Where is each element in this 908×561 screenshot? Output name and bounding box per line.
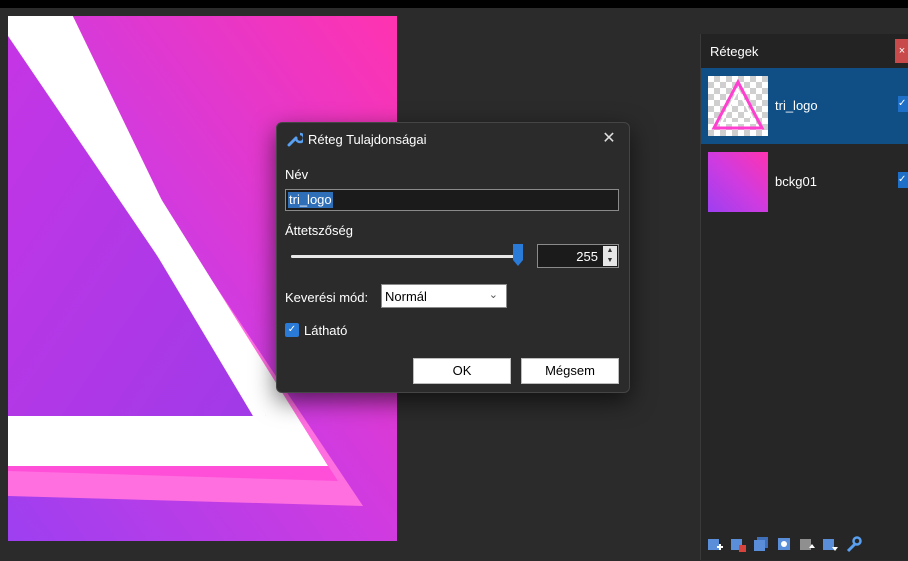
layer-row-tri-logo[interactable]: tri_logo ✓ bbox=[701, 68, 908, 144]
move-layer-up-icon[interactable] bbox=[799, 536, 816, 553]
dialog-title: Réteg Tulajdonságai bbox=[308, 132, 427, 147]
blend-mode-value: Normál bbox=[385, 289, 427, 304]
opacity-value: 255 bbox=[576, 249, 598, 264]
spin-buttons: ▲ ▼ bbox=[603, 246, 617, 266]
name-label: Név bbox=[285, 167, 309, 182]
layer-properties-icon[interactable] bbox=[845, 535, 862, 553]
layer-thumbnail bbox=[708, 76, 768, 136]
spin-down-icon[interactable]: ▼ bbox=[603, 256, 617, 266]
opacity-label: Áttetszőség bbox=[285, 223, 353, 238]
layer-thumbnail bbox=[708, 152, 768, 212]
layer-properties-dialog: Réteg Tulajdonságai ✕ Név tri_logo Áttet… bbox=[276, 122, 630, 393]
visible-checkbox[interactable]: ✓ bbox=[285, 323, 299, 337]
layers-header: Rétegek × bbox=[701, 34, 908, 68]
blend-mode-label: Keverési mód: bbox=[285, 290, 369, 305]
opacity-slider-thumb[interactable] bbox=[513, 244, 523, 266]
layers-panel-title: Rétegek bbox=[710, 44, 759, 59]
layers-panel-close-button[interactable]: × bbox=[895, 39, 908, 63]
visible-label: Látható bbox=[304, 323, 348, 338]
layer-name-input[interactable]: tri_logo bbox=[285, 189, 619, 211]
ok-button[interactable]: OK bbox=[413, 358, 511, 384]
merge-layer-icon[interactable] bbox=[776, 536, 793, 553]
layer-name: tri_logo bbox=[775, 98, 818, 113]
add-layer-icon[interactable] bbox=[707, 536, 724, 553]
layer-name-value: tri_logo bbox=[288, 192, 333, 208]
duplicate-layer-icon[interactable] bbox=[753, 536, 770, 553]
layer-row-bckg01[interactable]: bckg01 ✓ bbox=[701, 144, 908, 220]
layers-panel: Rétegek × tri_logo ✓ bckg01 ✓ bbox=[700, 34, 908, 560]
move-layer-down-icon[interactable] bbox=[822, 536, 839, 553]
layer-visibility-checkbox[interactable]: ✓ bbox=[898, 96, 908, 112]
cancel-button[interactable]: Mégsem bbox=[521, 358, 619, 384]
layer-name: bckg01 bbox=[775, 174, 817, 189]
spin-up-icon[interactable]: ▲ bbox=[603, 246, 617, 256]
layers-toolbar bbox=[701, 528, 908, 560]
opacity-spinbox[interactable]: 255 ▲ ▼ bbox=[537, 244, 619, 268]
wrench-icon bbox=[287, 132, 303, 147]
delete-layer-icon[interactable] bbox=[730, 536, 747, 553]
opacity-slider-track[interactable] bbox=[291, 255, 517, 258]
dialog-close-button[interactable]: ✕ bbox=[599, 129, 619, 149]
blend-mode-select[interactable]: Normál ⌄ bbox=[381, 284, 507, 308]
layer-visibility-checkbox[interactable]: ✓ bbox=[898, 172, 908, 188]
opacity-slider-fill bbox=[291, 255, 517, 258]
chevron-down-icon: ⌄ bbox=[488, 289, 498, 301]
